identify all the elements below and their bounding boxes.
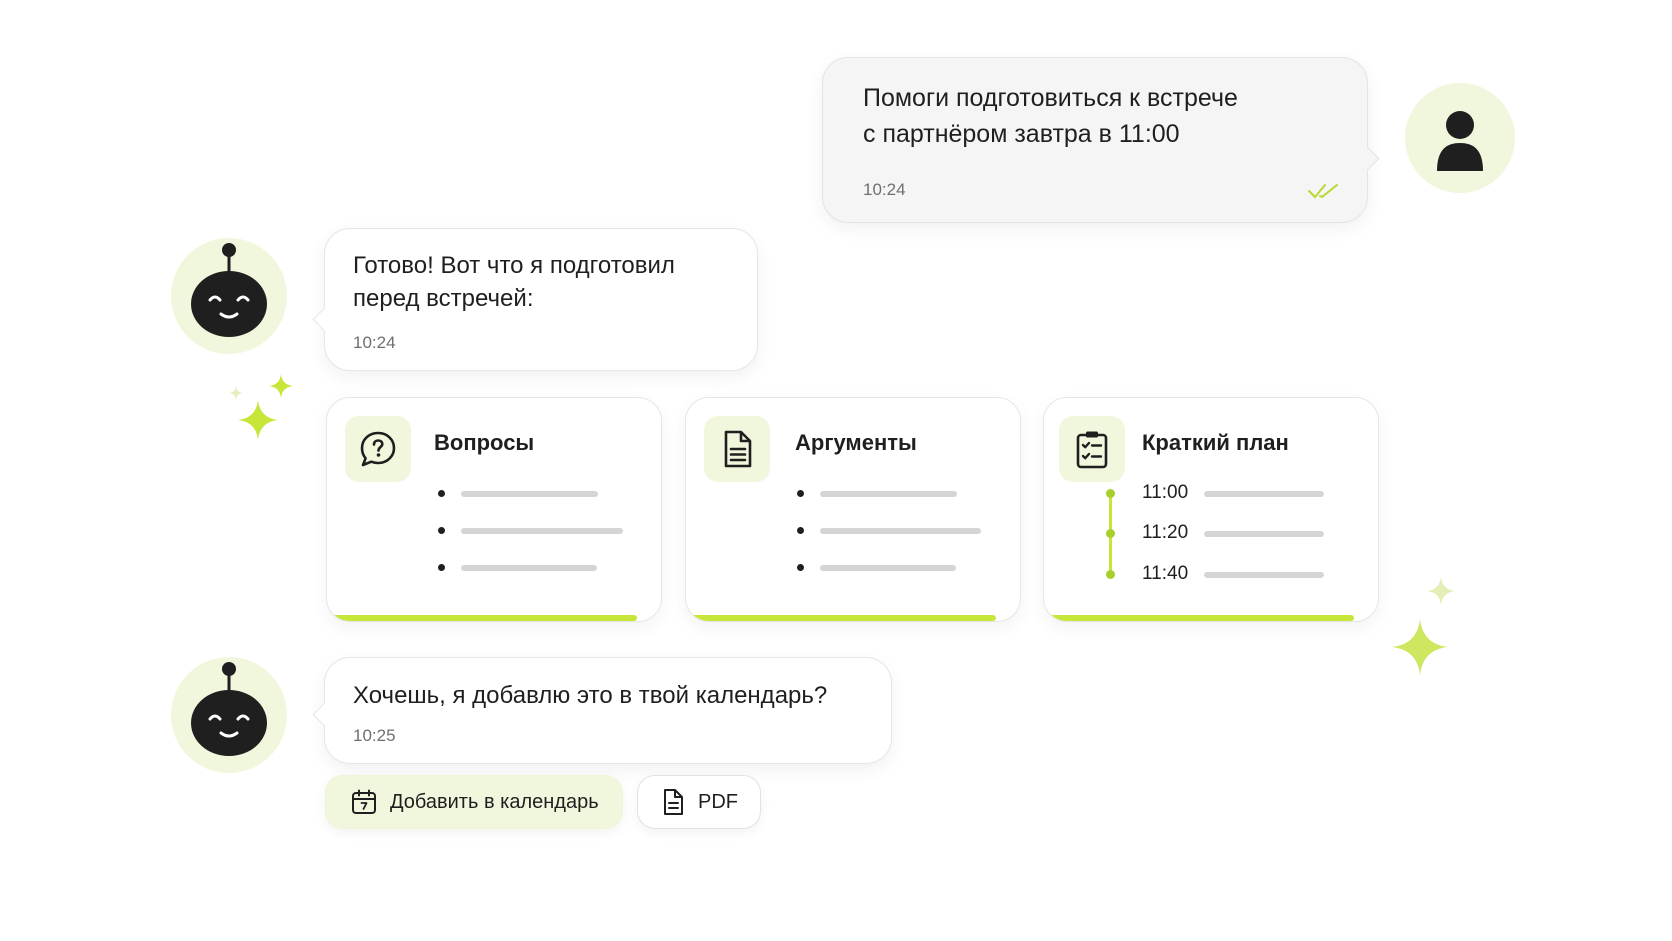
placeholder-line	[1204, 572, 1324, 578]
sparkle-icon	[1392, 619, 1448, 675]
list-bullet	[797, 490, 804, 497]
list-bullet	[438, 527, 445, 534]
calendar-icon	[352, 789, 376, 814]
bot-message-text: Готово! Вот что я подготовил перед встре…	[353, 252, 675, 312]
list-bullet	[438, 490, 445, 497]
bot-avatar	[171, 657, 287, 773]
sparkle-icon	[238, 400, 278, 440]
bot-message-time: 10:24	[353, 333, 396, 352]
sparkle-icon	[269, 374, 293, 398]
card-title: Аргументы	[795, 430, 917, 455]
card-accent-bar	[1048, 615, 1354, 621]
question-bubble-icon	[360, 431, 396, 467]
bot-message-bubble: Хочешь, я добавлю это в твой календарь? …	[312, 657, 892, 764]
bubble-tail	[1355, 146, 1380, 171]
sparkle-icon	[229, 386, 243, 400]
pdf-button[interactable]: PDF	[637, 775, 761, 829]
chat-canvas: Помоги подготовиться к встрече с партнёр…	[0, 0, 1672, 941]
robot-icon	[191, 662, 267, 756]
card-icon-box	[704, 416, 770, 482]
list-bullet	[797, 564, 804, 571]
card-title: Вопросы	[434, 430, 535, 455]
card-icon-box	[345, 416, 411, 482]
list-bullet	[438, 564, 445, 571]
bot-message-text: Хочешь, я добавлю это в твой календарь?	[353, 682, 828, 709]
placeholder-line	[820, 491, 957, 497]
bot-avatar	[171, 238, 287, 354]
bubble-tail	[312, 702, 337, 727]
timeline-time: 11:40	[1142, 563, 1189, 584]
document-icon	[664, 789, 683, 815]
user-icon	[1437, 111, 1483, 171]
placeholder-line	[820, 528, 981, 534]
placeholder-line	[461, 491, 598, 497]
bubble-tail	[312, 307, 337, 332]
checklist-icon	[1076, 431, 1108, 469]
timeline-dot	[1106, 570, 1115, 579]
user-message-bubble: Помоги подготовиться к встрече с партнёр…	[822, 57, 1380, 223]
timeline-dot	[1106, 489, 1115, 498]
pdf-label: PDF	[698, 790, 738, 813]
timeline-time: 11:20	[1142, 522, 1189, 543]
user-message-text: Помоги подготовиться к встрече с партнёр…	[863, 84, 1238, 148]
timeline-dot	[1106, 529, 1115, 538]
card-arguments[interactable]: Аргументы	[685, 397, 1021, 622]
placeholder-line	[461, 565, 597, 571]
double-check-icon	[1308, 184, 1338, 198]
timeline-time: 11:00	[1142, 482, 1189, 503]
user-message-time: 10:24	[863, 180, 906, 199]
placeholder-line	[1204, 491, 1324, 497]
placeholder-line	[1204, 531, 1324, 537]
robot-icon	[191, 243, 267, 337]
list-bullet	[797, 527, 804, 534]
bot-message-bubble: Готово! Вот что я подготовил перед встре…	[312, 228, 758, 371]
user-avatar	[1405, 83, 1515, 193]
document-icon	[724, 430, 752, 468]
card-title: Краткий план	[1142, 430, 1289, 455]
card-questions[interactable]: Вопросы	[326, 397, 662, 622]
add-to-calendar-label: Добавить в календарь	[390, 790, 599, 813]
card-accent-bar	[331, 615, 637, 621]
card-accent-bar	[690, 615, 996, 621]
placeholder-line	[820, 565, 956, 571]
bot-message-time: 10:25	[353, 726, 396, 745]
sparkle-icon	[1427, 577, 1455, 605]
placeholder-line	[461, 528, 623, 534]
card-icon-box	[1059, 416, 1125, 482]
card-short-plan[interactable]: Краткий план 11:00 11:20 11:40	[1043, 397, 1379, 622]
add-to-calendar-button[interactable]: Добавить в календарь	[325, 775, 623, 829]
